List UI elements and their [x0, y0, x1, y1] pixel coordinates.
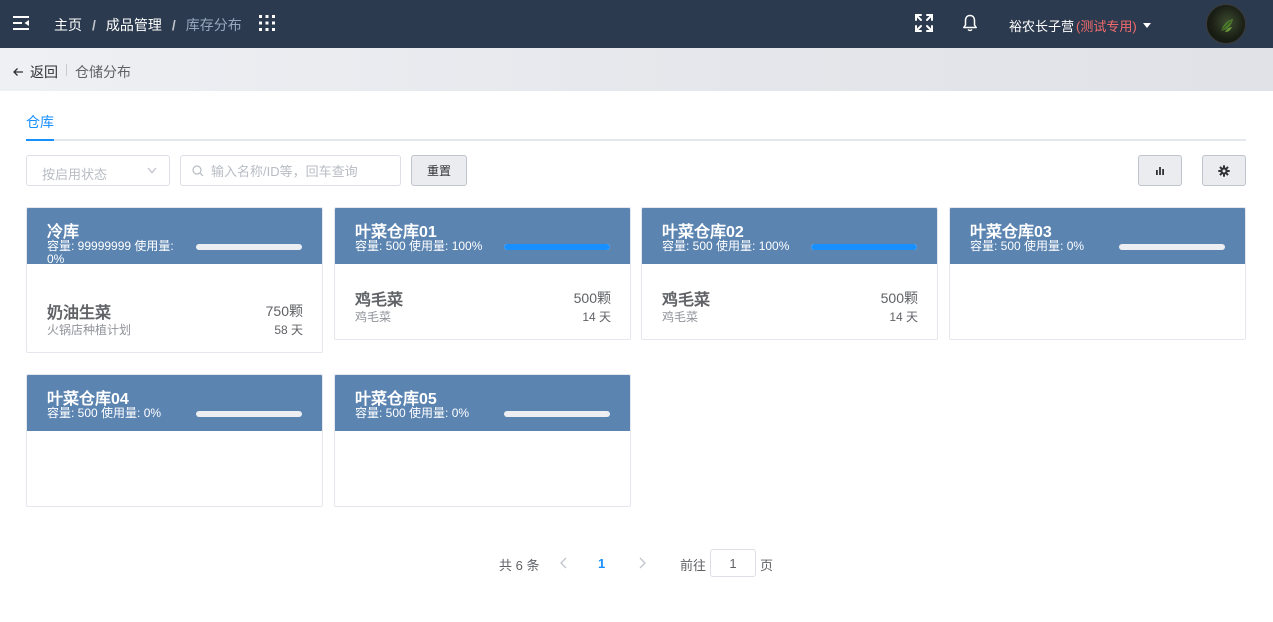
pagination-page-suffix: 页 — [760, 558, 774, 573]
pagination-goto-input[interactable] — [710, 549, 756, 577]
warehouse-card-header[interactable]: 叶菜仓库05 容量: 500 使用量: 0% — [335, 375, 630, 431]
stock-item-quantity: 500颗 — [880, 290, 918, 306]
top-navbar: 主页 / 成品管理 / 库存分布 裕农长子营 (测试专用) — [0, 0, 1273, 48]
stock-item-quantity: 500颗 — [573, 290, 611, 306]
warehouse-card: 叶菜仓库01 容量: 500 使用量: 100% 鸡毛菜 鸡毛菜 500颗 14… — [334, 207, 631, 340]
avatar-image — [1220, 19, 1233, 32]
tabs-bar: 仓库 — [26, 112, 1246, 141]
warehouse-capacity: 容量: 500 使用量: 100% — [662, 239, 790, 253]
user-menu[interactable]: 裕农长子营 (测试专用) — [1009, 16, 1151, 35]
hamburger-icon[interactable] — [12, 14, 30, 32]
tab-active-indicator — [26, 139, 54, 141]
user-tag: (测试专用) — [1076, 19, 1137, 34]
page-title: 仓储分布 — [75, 64, 131, 80]
fullscreen-icon[interactable] — [914, 13, 934, 33]
warehouse-capacity: 容量: 500 使用量: 0% — [970, 239, 1085, 253]
breadcrumb-current: 库存分布 — [185, 17, 242, 33]
warehouse-card-header[interactable]: 叶菜仓库04 容量: 500 使用量: 0% — [27, 375, 322, 431]
warehouse-capacity: 容量: 500 使用量: 0% — [47, 406, 162, 420]
bell-icon[interactable] — [962, 14, 978, 32]
warehouse-card-header[interactable]: 叶菜仓库02 容量: 500 使用量: 100% — [642, 208, 937, 264]
back-arrow-icon — [13, 68, 23, 76]
warehouse-card-header[interactable]: 冷库 容量: 99999999 使用量: 0% — [27, 208, 322, 266]
search-icon — [192, 165, 204, 177]
warehouse-card-header[interactable]: 叶菜仓库03 容量: 500 使用量: 0% — [950, 208, 1245, 264]
stock-item-name: 奶油生菜 — [47, 305, 112, 322]
chevron-right-icon[interactable] — [636, 556, 648, 570]
settings-button[interactable] — [1202, 155, 1246, 186]
sub-header: 返回 仓储分布 — [0, 48, 1273, 91]
warehouse-card: 叶菜仓库05 容量: 500 使用量: 0% — [334, 374, 631, 507]
stock-item-plan: 鸡毛菜 — [355, 310, 392, 324]
chart-button[interactable] — [1138, 155, 1182, 186]
breadcrumb-separator: / — [92, 17, 96, 33]
warehouse-capacity: 容量: 99999999 使用量: 0% — [47, 239, 174, 266]
usage-progress-bar — [196, 411, 302, 417]
warehouse-card: 冷库 容量: 99999999 使用量: 0% 奶油生菜 火锅店种植计划 750… — [26, 207, 323, 353]
search-box — [180, 155, 401, 186]
bar-chart-icon — [1156, 166, 1164, 175]
stock-item-plan: 鸡毛菜 — [662, 310, 699, 324]
pagination-total: 共 6 条 — [499, 558, 540, 573]
stock-item-days: 58 天 — [274, 323, 303, 337]
stock-item-name: 鸡毛菜 — [662, 292, 711, 309]
status-select[interactable]: 按启用状态 — [26, 155, 170, 186]
warehouse-capacity: 容量: 500 使用量: 100% — [355, 239, 483, 253]
breadcrumb-home[interactable]: 主页 — [54, 15, 82, 35]
user-name: 裕农长子营 — [1009, 19, 1075, 34]
stock-item-days: 14 天 — [889, 310, 918, 324]
status-select-placeholder: 按启用状态 — [42, 167, 108, 182]
back-button[interactable]: 返回 — [12, 62, 58, 82]
usage-progress-bar — [1119, 244, 1225, 250]
reset-button[interactable]: 重置 — [411, 155, 467, 186]
chevron-down-icon — [147, 167, 157, 174]
chevron-left-icon[interactable] — [558, 556, 570, 570]
warehouse-card: 叶菜仓库02 容量: 500 使用量: 100% 鸡毛菜 鸡毛菜 500颗 14… — [641, 207, 938, 340]
stock-item-plan: 火锅店种植计划 — [47, 323, 132, 337]
breadcrumb: 主页 / 成品管理 / 库存分布 — [54, 15, 242, 35]
gear-icon — [1218, 164, 1230, 177]
usage-progress-fill — [504, 244, 610, 250]
breadcrumb-product-management[interactable]: 成品管理 — [106, 15, 162, 35]
usage-progress-bar — [196, 244, 302, 250]
back-label: 返回 — [30, 64, 58, 80]
pagination: 共 6 条 1 前往 页 — [0, 548, 1273, 578]
grid-icon[interactable] — [258, 14, 276, 32]
warehouse-card-header[interactable]: 叶菜仓库01 容量: 500 使用量: 100% — [335, 208, 630, 264]
breadcrumb-separator: / — [171, 17, 176, 33]
warehouse-capacity: 容量: 500 使用量: 0% — [355, 406, 470, 420]
usage-progress-bar — [504, 244, 610, 250]
avatar[interactable] — [1206, 4, 1246, 44]
divider — [66, 64, 67, 76]
warehouse-card: 叶菜仓库03 容量: 500 使用量: 0% — [949, 207, 1246, 340]
tab-warehouse[interactable]: 仓库 — [26, 112, 54, 132]
pagination-goto-label: 前往 — [680, 558, 707, 573]
stock-item-quantity: 750颗 — [265, 303, 303, 319]
usage-progress-bar — [811, 244, 917, 250]
stock-item-days: 14 天 — [582, 310, 611, 324]
usage-progress-bar — [504, 411, 610, 417]
pagination-page-1[interactable]: 1 — [598, 556, 605, 571]
caret-down-icon — [1142, 23, 1151, 28]
search-input[interactable] — [211, 161, 391, 181]
warehouse-card: 叶菜仓库04 容量: 500 使用量: 0% — [26, 374, 323, 507]
usage-progress-fill — [811, 244, 917, 250]
stock-item-name: 鸡毛菜 — [355, 292, 404, 309]
